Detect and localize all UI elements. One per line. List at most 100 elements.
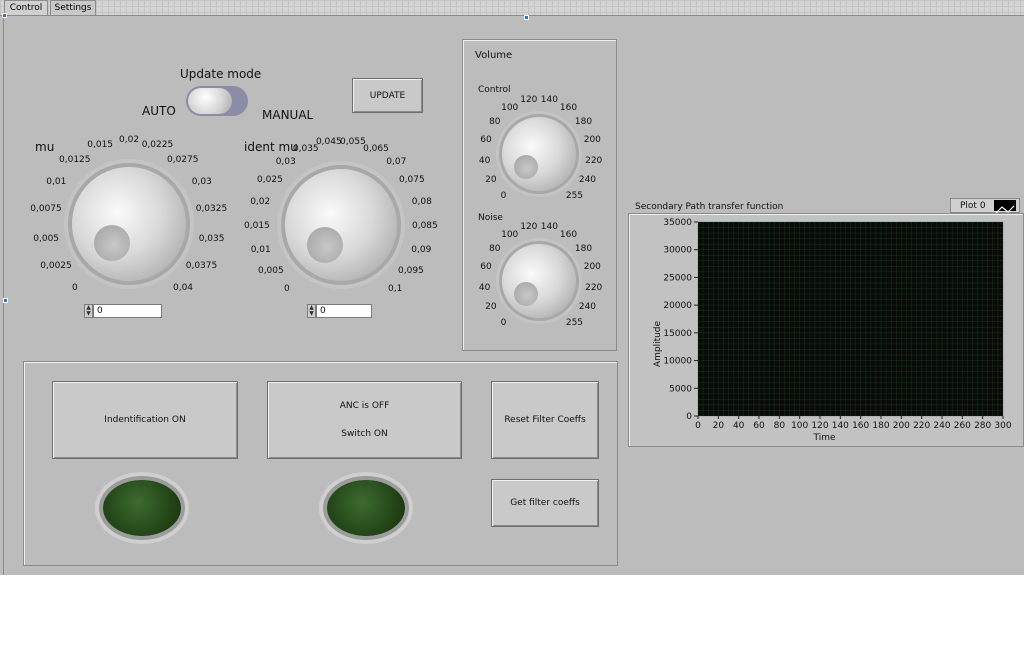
scale-tick-label: 160 — [559, 102, 578, 113]
scale-tick-label: 120 — [520, 221, 538, 232]
scale-tick-label: 0,01 — [250, 244, 271, 255]
scale-tick-label: 0,03 — [191, 177, 212, 187]
scale-tick-label: 0,04 — [172, 283, 194, 294]
get-filter-coeffs-button[interactable]: Get filter coeffs — [491, 479, 599, 527]
y-tick-label: 5000 — [669, 384, 692, 394]
x-tick-label: 300 — [994, 421, 1011, 431]
scale-tick-label: 0,1 — [387, 284, 403, 295]
resize-handle[interactable] — [2, 13, 7, 18]
scale-tick-label: 0,02 — [250, 197, 271, 207]
noise-volume-knob[interactable] — [502, 244, 576, 318]
mu-knob[interactable] — [72, 167, 186, 281]
legend-label: Plot 0 — [960, 201, 986, 211]
plot-legend[interactable]: Plot 0 — [950, 198, 1020, 214]
scale-tick-label: 240 — [578, 302, 597, 313]
scale-tick-label: 0,085 — [411, 220, 438, 231]
mu-increment-decrement[interactable]: ▲ ▼ — [84, 304, 93, 318]
x-tick-label: 0 — [695, 421, 701, 431]
scale-tick-label: 160 — [559, 229, 578, 240]
reset-filter-button[interactable]: Reset Filter Coeffs — [491, 381, 599, 459]
scale-tick-label: 255 — [565, 191, 584, 202]
scale-tick-label: 40 — [478, 282, 491, 293]
y-tick-label: 25000 — [663, 273, 692, 283]
scale-tick-label: 220 — [585, 282, 603, 293]
scale-tick-label: 0,01 — [46, 177, 67, 187]
ident-mu-value-field[interactable]: 0 — [316, 304, 372, 318]
scale-tick-label: 0,065 — [363, 143, 389, 154]
ident-mu-increment-decrement[interactable]: ▲ ▼ — [307, 304, 316, 318]
scale-tick-label: 0 — [284, 284, 290, 295]
scale-tick-label: 0,025 — [257, 175, 283, 186]
scale-tick-label: 200 — [583, 262, 601, 273]
control-volume-knob[interactable] — [502, 117, 576, 191]
mu-knob-label: mu — [35, 140, 55, 154]
scale-tick-label: 140 — [540, 221, 558, 232]
resize-handle[interactable] — [3, 298, 8, 303]
y-tick-label: 10000 — [663, 357, 692, 367]
toggle-thumb — [188, 88, 232, 114]
scale-tick-label: 0,045 — [315, 136, 342, 147]
scale-tick-label: 140 — [540, 94, 558, 105]
noise-knob-label: Noise — [478, 213, 503, 223]
scale-tick-label: 80 — [489, 243, 501, 254]
tab-control[interactable]: Control — [4, 0, 48, 15]
scale-tick-label: 240 — [578, 175, 597, 186]
scale-tick-label: 255 — [565, 318, 584, 329]
labview-front-panel: Control Settings Update mode AUTO MANUAL… — [0, 0, 1024, 575]
update-mode-toggle[interactable] — [186, 86, 248, 116]
update-mode-label: Update mode — [180, 67, 262, 81]
ident-mu-knob[interactable] — [285, 169, 397, 281]
scale-tick-label: 20 — [485, 175, 497, 186]
scale-tick-label: 0,055 — [340, 136, 366, 147]
scale-tick-label: 0,08 — [411, 197, 432, 207]
scale-tick-label: 0,03 — [275, 156, 296, 167]
update-button[interactable]: UPDATE — [352, 78, 423, 113]
anc-led — [327, 480, 405, 536]
tab-settings[interactable]: Settings — [50, 0, 96, 15]
x-tick-label: 160 — [852, 421, 869, 431]
resize-handle[interactable] — [524, 15, 529, 20]
volume-title: Volume — [475, 50, 513, 61]
scale-tick-label: 0,0225 — [141, 140, 174, 151]
ident-mu-knob-label: ident mu — [244, 140, 298, 154]
x-tick-label: 80 — [774, 421, 786, 431]
scale-tick-label: 0 — [500, 318, 507, 329]
secondary-path-graph[interactable]: 35000 30000 25000 20000 15000 10000 5000 00 20 40… — [628, 213, 1024, 447]
scale-tick-label: 80 — [489, 116, 501, 127]
scale-tick-label: 0,0325 — [195, 204, 228, 215]
y-tick-label: 15000 — [663, 329, 692, 339]
scale-tick-label: 0,0275 — [166, 154, 199, 165]
x-tick-label: 60 — [753, 421, 765, 431]
scale-tick-label: 0,0375 — [185, 261, 218, 271]
anc-switch-button[interactable]: ANC is OFF Switch ON — [267, 381, 462, 459]
x-tick-label: 40 — [733, 421, 745, 431]
x-tick-label: 140 — [832, 421, 849, 431]
scale-tick-label: 100 — [501, 102, 519, 113]
scale-tick-label: 180 — [574, 116, 593, 127]
auto-label: AUTO — [142, 104, 176, 118]
panel-left-border — [3, 15, 4, 575]
scale-tick-label: 200 — [583, 135, 601, 146]
x-tick-label: 260 — [954, 421, 971, 431]
knob-dimple — [307, 227, 343, 263]
y-axis-label: Amplitude — [653, 320, 663, 367]
y-tick-label: 20000 — [663, 301, 692, 311]
legend-line-icon — [994, 200, 1016, 214]
scale-tick-label: 220 — [585, 155, 603, 166]
identification-button[interactable]: Indentification ON — [52, 381, 238, 459]
x-tick-label: 200 — [893, 421, 910, 431]
scale-tick-label: 180 — [574, 243, 593, 254]
scale-tick-label: 100 — [501, 229, 519, 240]
anc-status-text: ANC is OFF — [339, 401, 390, 411]
mu-value-field[interactable]: 0 — [93, 304, 162, 318]
scale-tick-label: 0,075 — [398, 175, 425, 186]
scale-tick-label: 0,035 — [198, 233, 225, 244]
scale-tick-label: 0,005 — [257, 266, 284, 277]
x-tick-label: 220 — [913, 421, 930, 431]
anc-switch-text: Switch ON — [341, 429, 388, 439]
x-axis-label: Time — [812, 433, 835, 443]
scale-tick-label: 60 — [480, 135, 492, 146]
scale-tick-label: 0,095 — [398, 266, 424, 277]
graph-title: Secondary Path transfer function — [635, 202, 784, 212]
y-tick-label: 30000 — [663, 246, 692, 256]
